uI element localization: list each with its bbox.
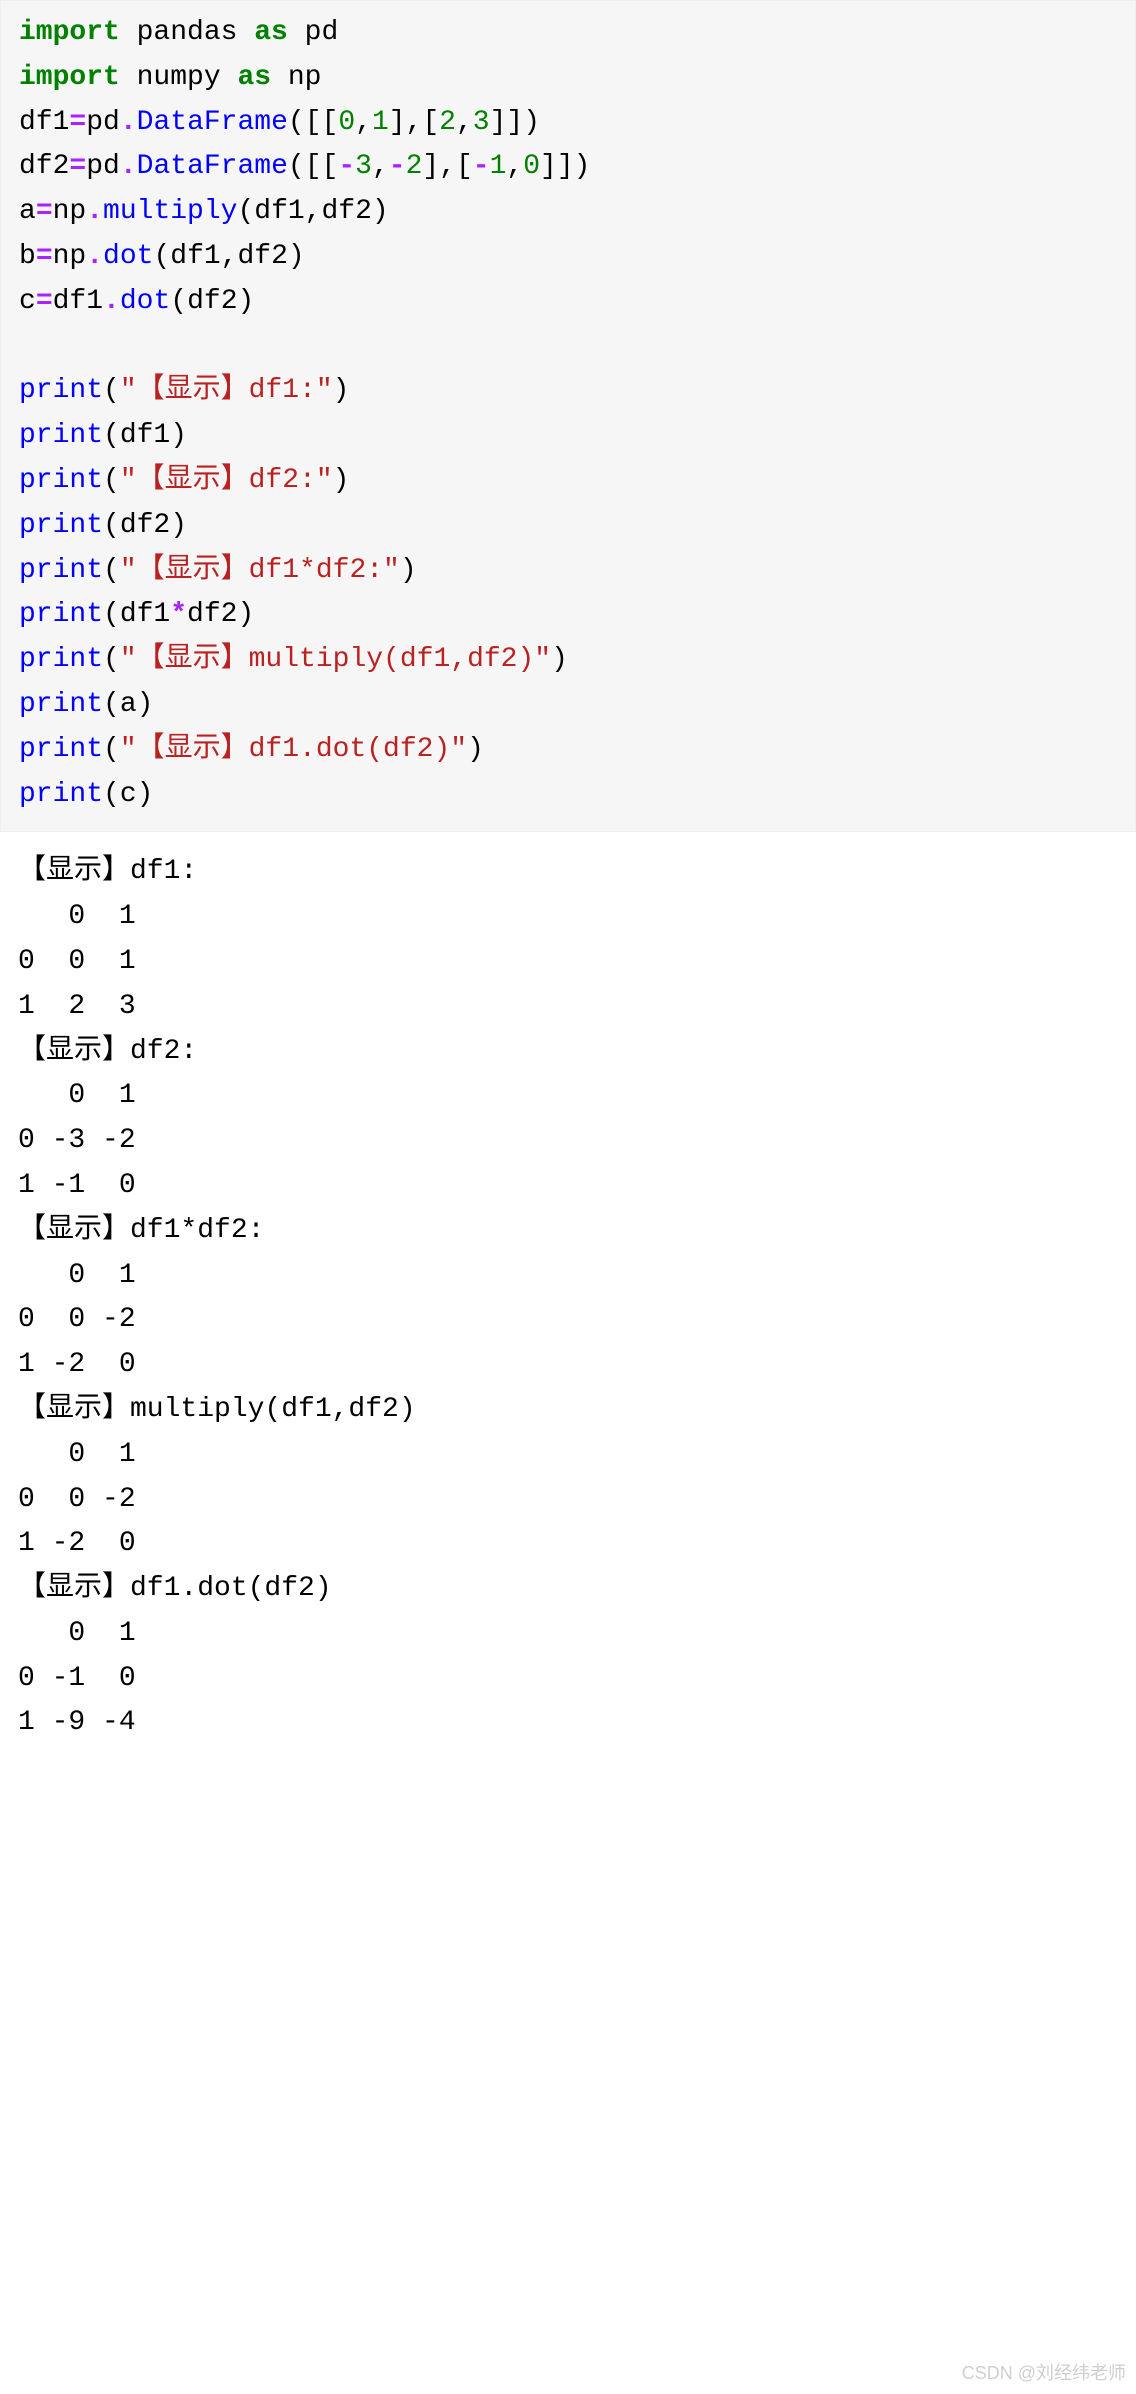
kw-import: import [19,17,120,48]
code-line-3: df1=pd.DataFrame([[0,1],[2,3]]) [19,101,1117,146]
code-line-print-3: print("【显示】df2:") [19,459,1117,504]
code-line-1: import pandas as pd [19,11,1117,56]
code-line-blank [19,325,1117,370]
code-line-4: df2=pd.DataFrame([[-3,-2],[-1,0]]) [19,145,1117,190]
code-line-6: b=np.dot(df1,df2) [19,235,1117,280]
code-line-5: a=np.multiply(df1,df2) [19,190,1117,235]
code-line-print-1: print("【显示】df1:") [19,369,1117,414]
code-line-print-8: print(a) [19,683,1117,728]
code-line-print-9: print("【显示】df1.dot(df2)") [19,728,1117,773]
watermark: CSDN @刘经纬老师 [962,2359,1126,2388]
code-line-print-5: print("【显示】df1*df2:") [19,549,1117,594]
code-line-print-4: print(df2) [19,504,1117,549]
code-line-print-7: print("【显示】multiply(df1,df2)") [19,638,1117,683]
code-line-print-10: print(c) [19,773,1117,818]
code-line-print-2: print(df1) [19,414,1117,459]
code-line-print-6: print(df1*df2) [19,593,1117,638]
code-block: import pandas as pd import numpy as np d… [0,0,1136,832]
code-line-2: import numpy as np [19,56,1117,101]
code-line-7: c=df1.dot(df2) [19,280,1117,325]
output-block: 【显示】df1: 0 1 0 0 1 1 2 3 【显示】df2: 0 1 0 … [0,832,1136,1756]
